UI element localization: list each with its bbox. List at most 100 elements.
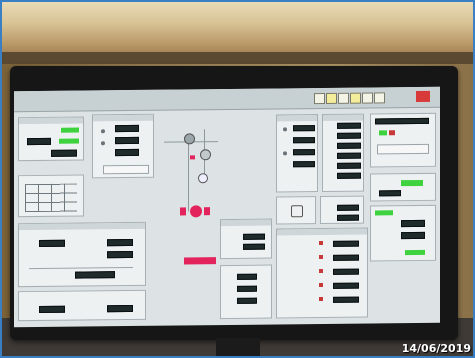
command-button[interactable] <box>39 305 65 313</box>
pipe-line <box>188 141 189 212</box>
command-button[interactable] <box>337 214 359 221</box>
indicator-dot <box>101 129 105 134</box>
selector-icon[interactable] <box>291 205 303 218</box>
status-indicator <box>61 127 79 133</box>
command-button[interactable] <box>333 254 359 261</box>
command-button[interactable] <box>39 239 65 247</box>
indicator-dot <box>283 151 287 156</box>
shelf-edge <box>0 52 475 64</box>
status-indicator <box>319 268 323 274</box>
alarm-indicator <box>190 155 195 160</box>
command-button[interactable] <box>115 124 139 133</box>
alarm-indicator <box>190 205 202 218</box>
command-button[interactable] <box>115 148 139 157</box>
status-indicator <box>319 296 323 302</box>
toolbar-button[interactable] <box>362 92 373 104</box>
indicator-dot <box>101 141 105 146</box>
output-panel <box>370 204 436 262</box>
alarm-panel <box>370 112 436 168</box>
panel-header <box>221 219 271 227</box>
panel-header <box>93 114 153 122</box>
command-button[interactable] <box>243 233 265 240</box>
grid-panel <box>18 174 84 218</box>
io-panel <box>276 114 318 193</box>
panel-header <box>19 117 83 125</box>
photo-timestamp: 14/06/2019 <box>401 342 471 355</box>
close-icon[interactable] <box>416 90 430 103</box>
status-indicator <box>405 249 425 256</box>
panel-header <box>323 114 363 121</box>
command-button[interactable] <box>237 273 257 280</box>
status-indicator <box>389 130 395 136</box>
status-indicator <box>379 130 387 136</box>
toolbar-button[interactable] <box>374 92 385 104</box>
valve-icon[interactable] <box>184 133 195 145</box>
panel-header <box>19 222 145 231</box>
pump-panel <box>220 264 272 320</box>
alarm-indicator <box>180 207 186 216</box>
status-indicator <box>319 240 323 246</box>
interlock-panel <box>276 227 368 319</box>
command-button[interactable] <box>337 142 361 149</box>
command-button[interactable] <box>51 149 77 157</box>
command-button[interactable] <box>401 219 425 228</box>
command-button[interactable] <box>293 149 315 156</box>
hmi-screen <box>14 86 440 328</box>
toolbar-button[interactable] <box>326 92 337 104</box>
mode-panel <box>370 172 436 202</box>
setpoint-panel <box>18 221 146 288</box>
toolbar-button[interactable] <box>350 92 361 104</box>
status-indicator <box>319 254 323 260</box>
toolbar-button[interactable] <box>314 92 325 105</box>
panel-header <box>277 115 317 122</box>
header-button[interactable] <box>375 117 429 125</box>
command-button[interactable] <box>107 304 133 313</box>
status-indicator <box>59 138 79 144</box>
status-indicator <box>401 179 423 187</box>
alarm-bar <box>184 257 216 265</box>
command-button[interactable] <box>337 122 361 129</box>
valve-panel <box>220 218 272 260</box>
valve-icon[interactable] <box>200 149 211 161</box>
panel-header <box>277 228 367 236</box>
command-button[interactable] <box>333 282 359 289</box>
counter-panel <box>320 195 364 225</box>
io-panel <box>322 113 364 193</box>
text-field[interactable] <box>377 143 429 155</box>
command-button[interactable] <box>333 296 359 303</box>
command-button[interactable] <box>293 137 315 144</box>
command-button[interactable] <box>337 152 361 159</box>
command-button[interactable] <box>333 240 359 247</box>
command-button[interactable] <box>337 204 359 211</box>
command-button[interactable] <box>75 271 115 279</box>
bottom-panel <box>18 289 146 322</box>
alarm-indicator <box>204 207 210 216</box>
command-button[interactable] <box>243 243 265 250</box>
toolbar-button[interactable] <box>338 92 349 104</box>
status-indicator <box>319 282 323 288</box>
command-button[interactable] <box>27 137 51 146</box>
status-panel <box>18 116 84 162</box>
command-button[interactable] <box>337 132 361 139</box>
command-button[interactable] <box>401 231 425 240</box>
command-button[interactable] <box>115 136 139 145</box>
pump-icon[interactable] <box>198 173 208 184</box>
control-panel <box>92 113 154 179</box>
monitor-stand <box>216 338 260 358</box>
command-button[interactable] <box>379 190 401 197</box>
command-button[interactable] <box>107 250 133 259</box>
command-button[interactable] <box>333 268 359 275</box>
status-indicator <box>375 210 393 216</box>
command-button[interactable] <box>293 161 315 168</box>
text-field[interactable] <box>103 164 149 175</box>
command-button[interactable] <box>237 285 257 292</box>
indicator-dot <box>283 127 287 132</box>
command-button[interactable] <box>337 162 361 169</box>
selection-grid[interactable] <box>25 183 77 213</box>
command-button[interactable] <box>293 125 315 132</box>
command-button[interactable] <box>237 297 257 304</box>
hmi-titlebar <box>14 86 440 113</box>
divider <box>29 266 133 270</box>
command-button[interactable] <box>107 238 133 247</box>
command-button[interactable] <box>337 172 361 179</box>
